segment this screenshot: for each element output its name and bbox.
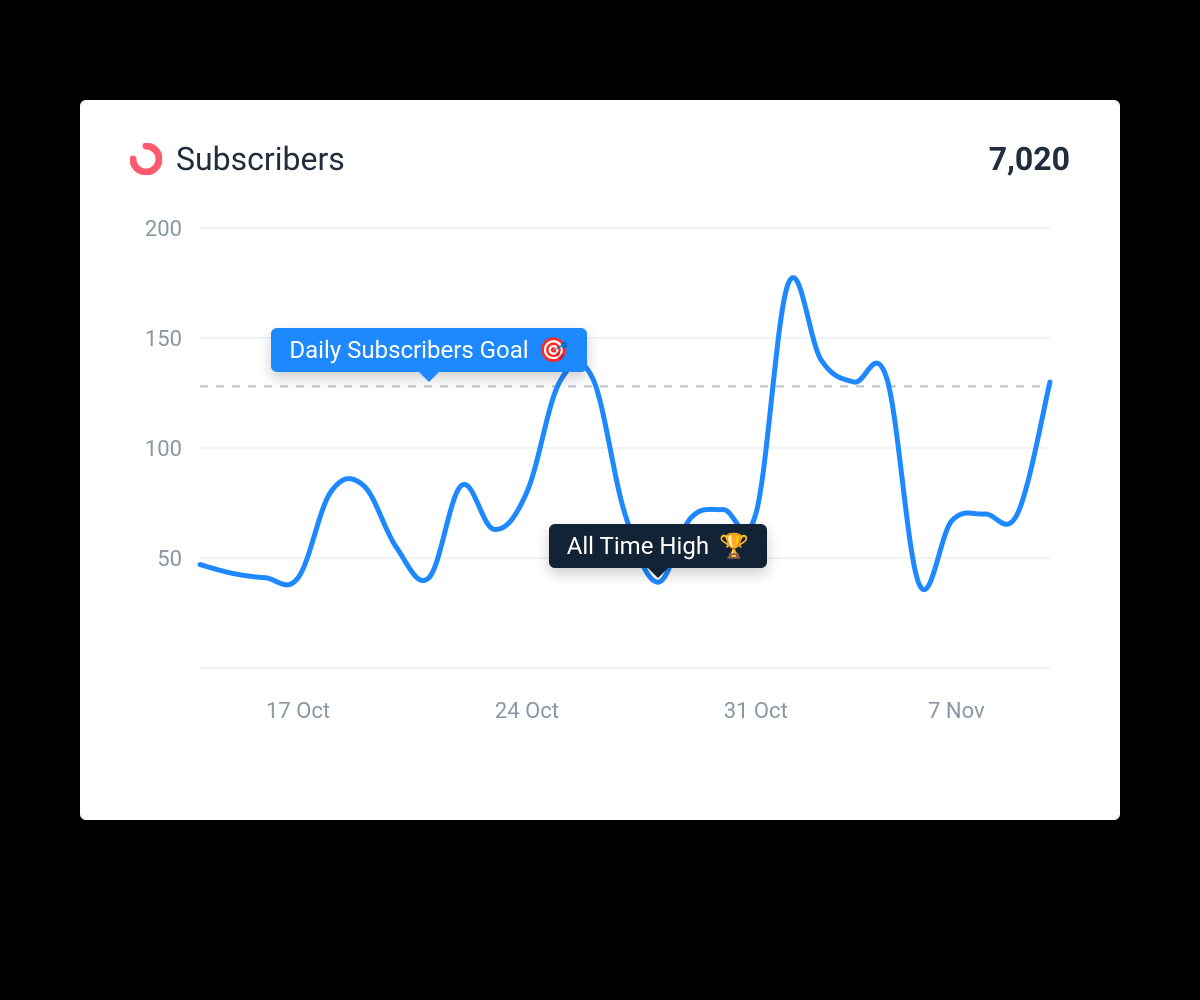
card-title: Subscribers [176, 140, 345, 178]
brand-logo-icon [130, 143, 162, 175]
svg-text:31 Oct: 31 Oct [724, 699, 788, 724]
svg-text:24 Oct: 24 Oct [495, 699, 559, 724]
subscribers-card: Subscribers 7,020 50 100 150 200 17 Oct 24 Oc… [80, 100, 1120, 820]
target-icon: 🎯 [539, 338, 569, 362]
all-time-high-label: All Time High [567, 534, 709, 558]
all-time-high-tooltip: All Time High 🏆 [549, 524, 767, 568]
svg-text:17 Oct: 17 Oct [266, 699, 330, 724]
svg-text:150: 150 [145, 327, 182, 352]
svg-text:50: 50 [157, 547, 182, 572]
subscribers-chart: 50 100 150 200 17 Oct 24 Oct 31 Oct 7 Nov Daily… [130, 208, 1070, 748]
trophy-icon: 🏆 [719, 534, 749, 558]
card-header: Subscribers 7,020 [130, 140, 1070, 178]
goal-tooltip-label: Daily Subscribers Goal [289, 338, 528, 362]
svg-text:100: 100 [145, 437, 182, 462]
svg-text:200: 200 [145, 217, 182, 242]
total-subscribers: 7,020 [989, 140, 1070, 178]
goal-tooltip: Daily Subscribers Goal 🎯 [271, 328, 586, 372]
svg-text:7 Nov: 7 Nov [928, 699, 985, 724]
